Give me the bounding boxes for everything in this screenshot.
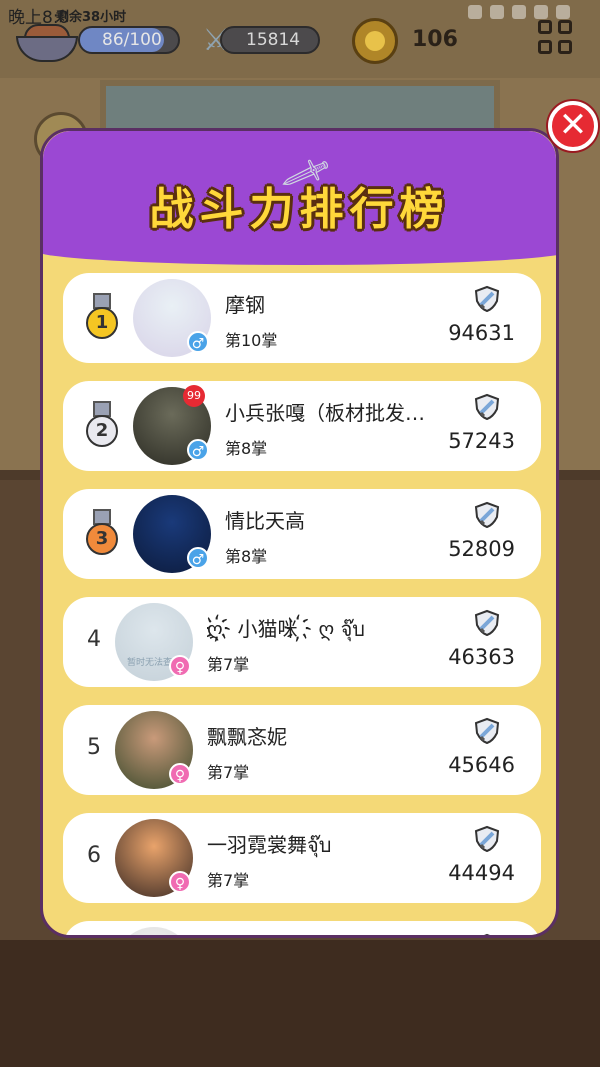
player-name: ღ҉ 小猫咪 ҉ ღ จุ๊บ <box>207 617 366 641</box>
player-level: 第7掌 <box>207 871 250 890</box>
ranking-list[interactable]: 1 ♂ 摩钢第10掌 94631 2 ♂ 99 小兵张嘎（板材批发… 第8掌 57243 3 ♂ 情比天… <box>63 273 541 938</box>
rank-medal-icon: 3 <box>85 509 119 559</box>
avatar[interactable] <box>115 927 193 935</box>
gender-icon: ♀ <box>169 871 191 893</box>
gender-icon: ♂ <box>187 439 209 461</box>
power-shield-icon <box>473 717 501 745</box>
power-meter: 15814 <box>220 26 320 54</box>
rank-number: 3 <box>86 523 118 555</box>
rank-row[interactable]: 6 ♀ 一羽霓裳舞จุ๊บ 第7掌 44494 <box>63 813 541 903</box>
room-floor-dark <box>0 940 600 1067</box>
rank-number: 5 <box>87 735 101 760</box>
rank-number: 2 <box>86 415 118 447</box>
rank-row[interactable]: 5 ♀ 飘飘忞妮 第7掌 45646 <box>63 705 541 795</box>
power-shield-icon <box>473 393 501 421</box>
rank-medal-icon: 1 <box>85 293 119 343</box>
coin-count: 106 <box>412 27 458 52</box>
power-score: 57243 <box>448 429 515 453</box>
power-score: 46363 <box>448 645 515 669</box>
food-meter: 86/100 <box>78 26 180 54</box>
leaderboard-panel: 🗡 战斗力排行榜 1 ♂ 摩钢 第10掌 94631 2 ♂ 99 小兵张嘎（板材批发… 第8掌 5… <box>40 128 559 938</box>
player-name: 刘文倩 <box>207 937 433 938</box>
player-name: 摩钢 <box>225 293 265 317</box>
rank-row[interactable]: 2 ♂ 99 小兵张嘎（板材批发… 第8掌 57243 <box>63 381 541 471</box>
rank-number: 6 <box>87 843 101 868</box>
rank-number: 4 <box>87 627 101 652</box>
rank-medal-icon: 2 <box>85 401 119 451</box>
power-shield-icon <box>473 933 501 935</box>
status-bar: 晚上8:0 剩余38小时 <box>0 0 600 28</box>
power-score: 45646 <box>448 753 515 777</box>
status-icons <box>460 4 590 22</box>
player-level: 第7掌 <box>207 763 250 782</box>
rank-row[interactable]: 4 暂时无法查看 ♀ ღ҉ 小猫咪 ҉ ღ จุ๊บ 第7掌 46363 <box>63 597 541 687</box>
close-button[interactable]: ✕ <box>548 101 598 151</box>
gender-icon: ♂ <box>187 331 209 353</box>
rank-row[interactable]: 1 ♂ 摩钢第10掌 94631 <box>63 273 541 363</box>
player-level: 第7掌 <box>207 655 250 674</box>
food-value: 86/100 <box>102 30 162 50</box>
player-level: 第8掌 <box>225 547 268 566</box>
rank-row[interactable]: 3 ♂ 情比天高第8掌 52809 <box>63 489 541 579</box>
power-score: 52809 <box>448 537 515 561</box>
gender-icon: ♀ <box>169 655 191 677</box>
power-shield-icon <box>473 285 501 313</box>
status-note: 剩余38小时 <box>56 10 127 25</box>
power-shield-icon <box>473 825 501 853</box>
player-level: 第8掌 <box>225 439 268 458</box>
player-level: 第10掌 <box>225 331 278 350</box>
message-badge: 99 <box>183 385 205 407</box>
power-value: 15814 <box>246 30 301 50</box>
player-name: 飘飘忞妮 <box>207 725 287 749</box>
player-name: 一羽霓裳舞จุ๊บ <box>207 833 332 857</box>
rank-row[interactable]: 7刘文倩 <box>63 921 541 938</box>
power-score: 94631 <box>448 321 515 345</box>
gender-icon: ♂ <box>187 547 209 569</box>
player-name: 小兵张嘎（板材批发… <box>225 401 425 425</box>
rank-number: 1 <box>86 307 118 339</box>
player-name: 情比天高 <box>225 509 305 533</box>
power-score: 44494 <box>448 861 515 885</box>
power-shield-icon <box>473 501 501 529</box>
power-shield-icon <box>473 609 501 637</box>
gender-icon: ♀ <box>169 763 191 785</box>
